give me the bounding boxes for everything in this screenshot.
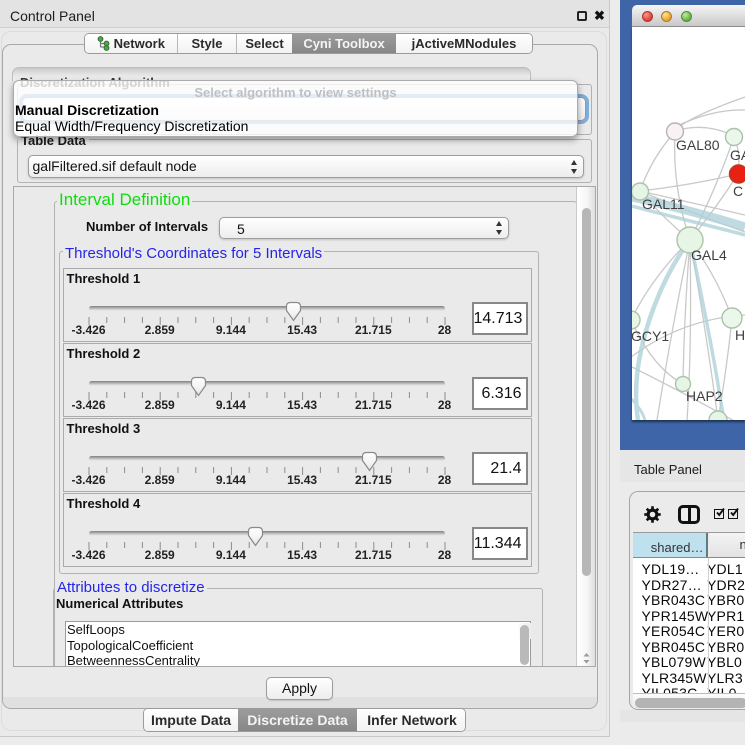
svg-text:GAL80: GAL80 <box>676 137 720 153</box>
svg-text:C: C <box>733 183 743 199</box>
svg-text:GAL4: GAL4 <box>691 247 727 263</box>
svg-text:GA: GA <box>730 147 745 163</box>
svg-text:H: H <box>735 327 745 343</box>
svg-text:GCY1: GCY1 <box>632 328 669 344</box>
svg-text:HAP2: HAP2 <box>686 388 723 404</box>
svg-text:GAL11: GAL11 <box>642 196 685 212</box>
